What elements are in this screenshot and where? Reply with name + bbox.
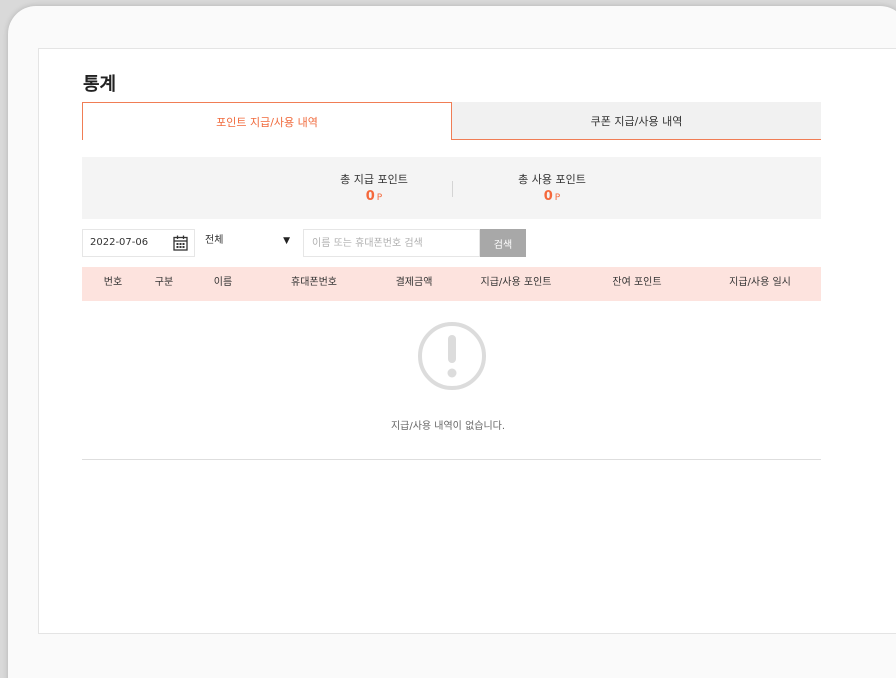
table-bottom-divider	[82, 459, 821, 460]
col-points: 지급/사용 포인트	[480, 277, 552, 288]
table-header: 번호 구분 이름 휴대폰번호 결제금액 지급/사용 포인트 잔여 포인트 지급/…	[82, 267, 821, 301]
type-select-value: 전체	[205, 235, 224, 246]
tab-bar: 포인트 지급/사용 내역 쿠폰 지급/사용 내역	[82, 102, 821, 140]
date-picker[interactable]: 2022-07-06	[82, 229, 195, 257]
summary-used-unit: P	[554, 193, 561, 203]
page-title: 통계	[83, 74, 117, 95]
col-phone: 휴대폰번호	[291, 277, 337, 288]
exclamation-circle-icon	[418, 322, 486, 390]
date-value: 2022-07-06	[90, 237, 149, 248]
summary-used-label: 총 사용 포인트	[518, 173, 586, 186]
tab-point-history[interactable]: 포인트 지급/사용 내역	[82, 102, 452, 140]
col-datetime: 지급/사용 일시	[729, 277, 791, 288]
search-button[interactable]: 검색	[480, 229, 526, 257]
summary-used-value: 0P	[492, 189, 612, 204]
col-payment: 결제금액	[395, 277, 433, 288]
empty-message: 지급/사용 내역이 없습니다.	[390, 421, 506, 432]
summary-issued-unit: P	[376, 193, 383, 203]
col-balance: 잔여 포인트	[612, 277, 662, 288]
col-type: 구분	[154, 277, 174, 288]
filter-bar: 2022-07-06 전체 ▼ 검색	[82, 229, 821, 257]
calendar-icon[interactable]	[173, 235, 188, 251]
summary-issued: 총 지급 포인트 0P	[314, 171, 434, 204]
summary-issued-label: 총 지급 포인트	[340, 173, 408, 186]
col-number: 번호	[103, 277, 123, 288]
summary-used: 총 사용 포인트 0P	[492, 171, 612, 204]
summary-divider	[452, 181, 453, 197]
search-input[interactable]	[303, 229, 480, 257]
summary-issued-value: 0P	[314, 189, 434, 204]
type-select[interactable]: 전체 ▼	[198, 229, 298, 257]
summary-box: 총 지급 포인트 0P 총 사용 포인트 0P	[82, 157, 821, 219]
col-name: 이름	[213, 277, 233, 288]
summary-used-number: 0	[543, 189, 553, 204]
summary-issued-number: 0	[365, 189, 375, 204]
tab-coupon-history[interactable]: 쿠폰 지급/사용 내역	[452, 102, 821, 140]
caret-down-icon: ▼	[283, 236, 290, 246]
